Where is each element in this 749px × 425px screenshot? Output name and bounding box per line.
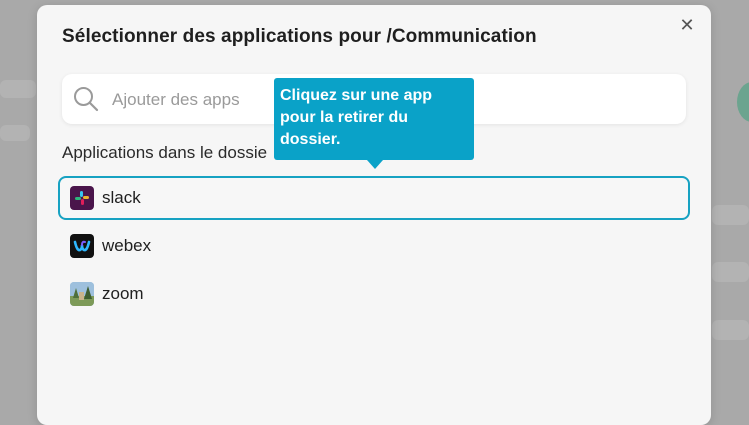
- search-icon: [72, 85, 100, 113]
- app-item-zoom[interactable]: zoom: [58, 272, 690, 316]
- app-item-webex[interactable]: webex: [58, 224, 690, 268]
- dialog-title: Sélectionner des applications pour /Comm…: [62, 26, 537, 47]
- tooltip-text: Cliquez sur une app pour la retirer du d…: [280, 87, 433, 148]
- folder-apps-label: Applications dans le dossie: [62, 143, 268, 162]
- app-name: webex: [102, 236, 152, 255]
- webex-icon: [70, 234, 94, 258]
- tooltip-arrow: [367, 160, 383, 169]
- app-name: zoom: [102, 284, 144, 303]
- close-icon[interactable]: ✕: [677, 15, 697, 35]
- app-name: slack: [102, 188, 141, 207]
- zoom-icon: [70, 282, 94, 306]
- app-item-slack[interactable]: slack: [58, 176, 690, 220]
- select-apps-dialog: Sélectionner des applications pour /Comm…: [37, 5, 711, 425]
- remove-app-tooltip: Cliquez sur une app pour la retirer du d…: [274, 78, 474, 169]
- slack-icon: [70, 186, 94, 210]
- folder-app-list: slack webex zoom: [58, 176, 690, 320]
